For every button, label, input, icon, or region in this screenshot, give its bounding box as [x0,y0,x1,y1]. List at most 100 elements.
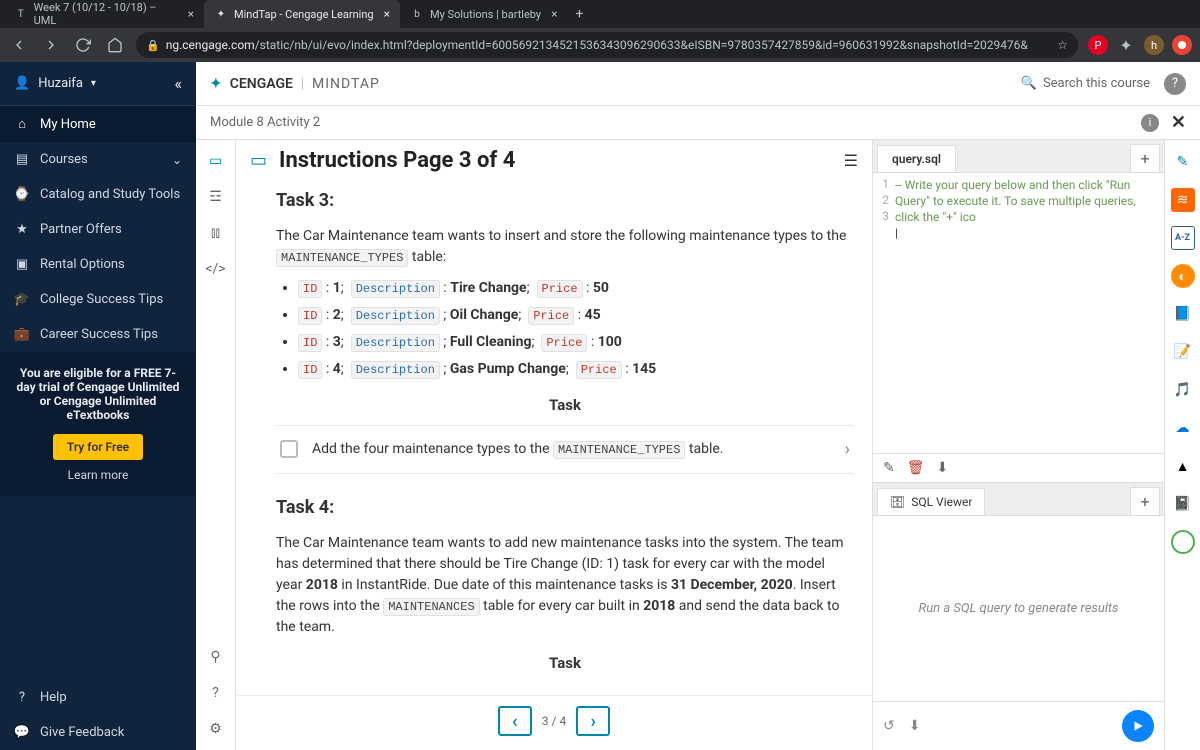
instructions-panel: ▭ Instructions Page 3 of 4 ☰ Task 3: The… [236,140,872,750]
url-text: ng.cengage.com/static/nb/ui/evo/index.ht… [166,38,1028,52]
add-viewer-tab-button[interactable]: + [1130,487,1160,515]
cengage-logo-icon: ✦ [210,76,222,92]
list-item: ID : 4; Description ; Gas Pump Change; P… [298,359,854,380]
orange-tool-icon[interactable]: ◐ [1171,264,1195,288]
tool-rail: ▭ ☲ ⫾⫾ </> ⚲ ? ⚙ [196,140,236,750]
feedback-icon: 💬 [14,725,30,740]
code-editor[interactable]: 123 -- Write your query below and then c… [873,173,1164,453]
try-free-button[interactable]: Try for Free [53,434,143,460]
address-bar[interactable]: 🔒 ng.cengage.com/static/nb/ui/evo/index.… [136,32,1078,58]
star-icon[interactable]: ☆ [1057,38,1068,52]
sidebar-item-catalog[interactable]: ⌚ Catalog and Study Tools [0,177,196,212]
browser-tab[interactable]: ✦ MindTap - Cengage Learning × [204,0,400,28]
cloud-icon[interactable]: ☁ [1171,416,1195,440]
sidebar-item-home[interactable]: ⌂My Home [0,106,196,142]
book-icon[interactable]: ▭ [205,150,227,172]
home-button[interactable] [104,34,126,56]
profile-icon[interactable]: h [1144,35,1164,55]
back-button[interactable] [8,34,30,56]
code-area[interactable]: -- Write your query below and then click… [893,173,1164,453]
file-tab[interactable]: query.sql [877,145,956,172]
book-tool-icon[interactable]: 📘 [1171,302,1195,326]
checkbox[interactable] [280,440,298,458]
sidebar-item-career[interactable]: 💼Career Success Tips [0,317,196,352]
viewer-toolbar: ↺ ⬇ [873,701,1164,750]
audio-icon[interactable]: 🎵 [1171,378,1195,402]
sql-panel: query.sql + 123 -- Write your query belo… [872,140,1164,750]
task-intro: The Car Maintenance team wants to insert… [276,226,854,268]
search-course[interactable]: 🔍 Search this course [1021,76,1150,91]
data-list: ID : 1; Description : Tire Change; Price… [298,278,854,380]
star-icon: ★ [14,222,30,237]
close-icon[interactable]: × [188,7,194,21]
close-button[interactable]: ✕ [1171,112,1186,133]
sidebar-item-rental[interactable]: ▣Rental Options [0,247,196,282]
task-body: The Car Maintenance team wants to add ne… [276,533,854,638]
reload-button[interactable] [72,34,94,56]
extension-icons: P ✦ h [1088,35,1192,55]
chart-icon[interactable]: ⫾⫾ [205,222,227,244]
breadcrumb-bar: Module 8 Activity 2 i ✕ [196,106,1200,140]
highlighter-icon[interactable]: ✎ [1171,150,1195,174]
share-icon[interactable]: ⚲ [205,646,227,668]
list-icon[interactable]: ☲ [205,186,227,208]
catalog-icon: ⌚ [14,187,30,202]
drive-icon[interactable]: ▲ [1171,454,1195,478]
sidebar-item-label: Give Feedback [40,725,124,740]
edit-icon[interactable]: ✎ [883,460,895,476]
task-check-row[interactable]: Add the four maintenance types to the MA… [276,425,854,474]
app-header: ✦ CENGAGE | MINDTAP 🔍 Search this course… [196,62,1200,106]
sidebar-item-college[interactable]: 🎓College Success Tips [0,282,196,317]
history-icon[interactable]: ↺ [883,718,895,734]
learn-more-link[interactable]: Learn more [14,468,182,482]
right-tool-strip: ✎ ≋ A-Z ◐ 📘 📝 🎵 ☁ ▲ 📓 [1164,140,1200,750]
dictionary-icon[interactable]: A-Z [1171,226,1195,250]
prev-page-button[interactable]: ‹ [498,706,532,736]
settings-icon[interactable]: ⚙ [205,718,227,740]
task-label: Task [276,652,854,675]
viewer-tab[interactable]: 🗄SQL Viewer [877,488,985,515]
forward-button[interactable] [40,34,62,56]
sidebar-item-label: Career Success Tips [40,327,158,342]
browser-tab[interactable]: T Week 7 (10/12 - 10/18) – UML × [4,0,204,28]
user-name: Huzaifa [38,76,83,91]
browser-tab[interactable]: b My Solutions | bartleby × [400,0,568,28]
browser-nav-bar: 🔒 ng.cengage.com/static/nb/ui/evo/index.… [0,28,1200,62]
download-icon[interactable]: ⬇ [909,718,921,734]
record-icon[interactable] [1172,35,1192,55]
sidebar-item-courses[interactable]: ▤Courses⌄ [0,142,196,177]
sidebar-item-label: Catalog and Study Tools [40,187,180,202]
user-menu[interactable]: 👤 Huzaifa ▾ « [0,62,196,106]
grad-icon: 🎓 [14,292,30,307]
run-query-button[interactable] [1122,710,1154,742]
delete-icon[interactable]: 🗑 [907,460,925,476]
circle-tool-icon[interactable] [1171,530,1195,554]
new-tab-button[interactable]: + [568,2,592,26]
db-icon: 🗄 [890,495,905,509]
collapse-sidebar-button[interactable]: « [174,74,182,93]
notebook-icon[interactable]: 📓 [1171,492,1195,516]
left-sidebar: 👤 Huzaifa ▾ « ⌂My Home ▤Courses⌄ ⌚ Catalo… [0,62,196,750]
brand-text: CENGAGE [230,76,293,92]
pinterest-icon[interactable]: P [1088,35,1108,55]
help-button[interactable]: ? [1164,73,1186,95]
rss-icon[interactable]: ≋ [1171,188,1195,212]
close-icon[interactable]: × [384,7,390,21]
code-icon[interactable]: </> [205,258,227,280]
line-gutter: 123 [873,173,893,453]
sidebar-item-feedback[interactable]: 💬 Give Feedback [0,715,196,750]
chevron-down-icon: ⌄ [172,153,182,167]
sidebar-item-partner[interactable]: ★ Partner Offers [0,212,196,247]
sidebar-item-label: Partner Offers [40,222,122,237]
note-icon[interactable]: 📝 [1171,340,1195,364]
menu-icon[interactable]: ☰ [844,151,858,170]
add-tab-button[interactable]: + [1130,144,1160,172]
download-icon[interactable]: ⬇ [937,460,949,476]
help-icon[interactable]: ? [205,682,227,704]
extensions-icon[interactable]: ✦ [1116,35,1136,55]
search-placeholder: Search this course [1043,76,1150,91]
next-page-button[interactable]: › [576,706,610,736]
sidebar-item-help[interactable]: ?Help [0,680,196,715]
close-icon[interactable]: × [551,7,557,21]
info-button[interactable]: i [1141,114,1159,132]
